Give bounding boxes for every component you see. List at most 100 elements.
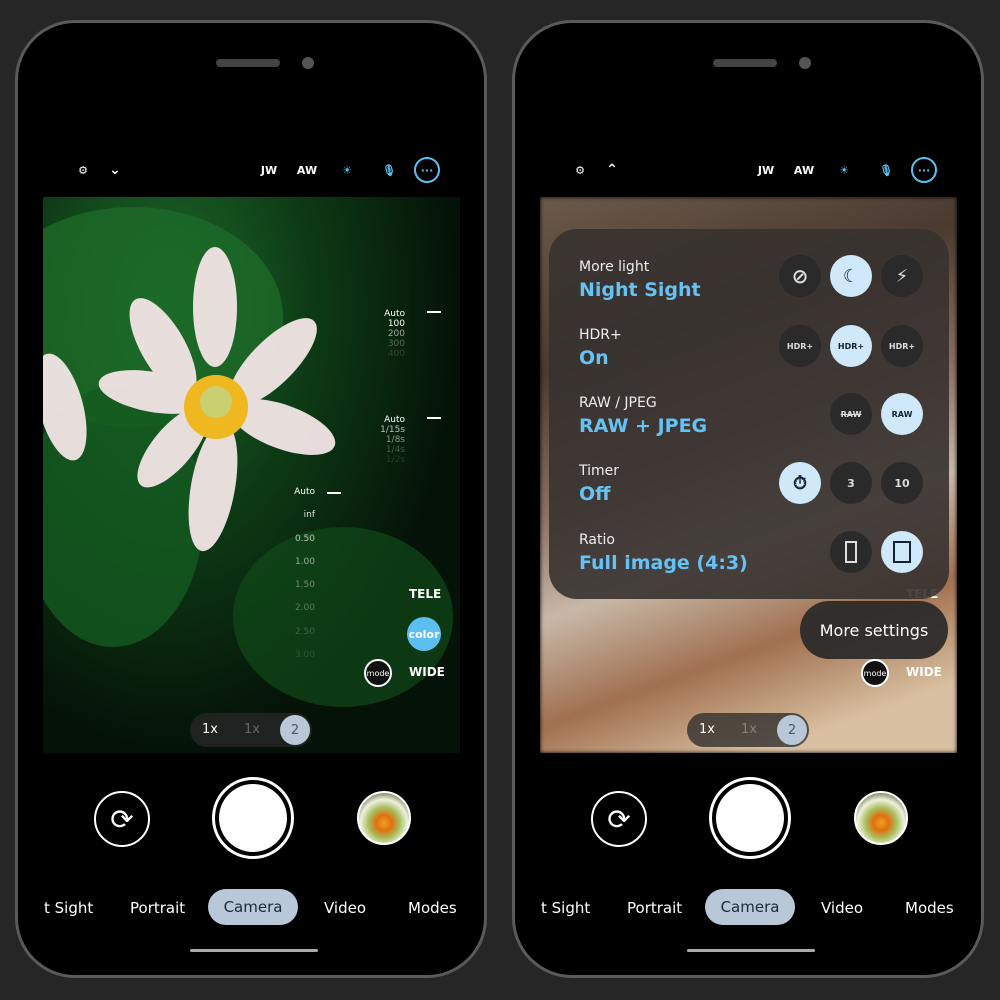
focus-250: 2.50 bbox=[294, 626, 315, 637]
raw-on-icon[interactable]: RAW bbox=[881, 393, 923, 435]
switch-camera-icon[interactable]: ⟳ bbox=[94, 791, 150, 847]
flower-image bbox=[43, 207, 453, 707]
mode-camera[interactable]: Camera bbox=[208, 889, 298, 925]
mode-portrait[interactable]: Portrait bbox=[130, 899, 185, 917]
zoom-2x[interactable]: 2 bbox=[280, 715, 310, 745]
aw-button[interactable]: AW bbox=[791, 157, 817, 183]
shutter-1-2: 1/2s bbox=[385, 455, 405, 465]
front-camera bbox=[799, 57, 811, 69]
setting-timer: Timer Off bbox=[579, 463, 619, 505]
iso-200: 200 bbox=[387, 329, 405, 339]
tele-button[interactable]: TELE bbox=[409, 587, 441, 601]
hdr-on-icon[interactable]: HDR+ bbox=[830, 325, 872, 367]
phone-left: ⚙ ⌄ JW AW ☀ 🎙 ··· Auto 100 200 300 400 Auto 1… bbox=[15, 20, 487, 978]
aw-button[interactable]: AW bbox=[294, 157, 320, 183]
focus-150: 1.50 bbox=[294, 580, 315, 591]
mode-modes[interactable]: Modes bbox=[408, 899, 457, 917]
setting-value: On bbox=[579, 347, 609, 369]
setting-value: Night Sight bbox=[579, 279, 701, 301]
top-bar: ⚙ ⌄ JW AW ☀ 🎙 ··· bbox=[18, 157, 484, 187]
ratio-full-icon[interactable] bbox=[830, 531, 872, 573]
setting-more-light: More light Night Sight bbox=[579, 259, 701, 301]
more-icon[interactable]: ··· bbox=[414, 157, 440, 183]
hdr-enhanced-icon[interactable]: HDR+ bbox=[881, 325, 923, 367]
zoom-selector: 1x 1x 2 bbox=[687, 713, 809, 747]
wide-button[interactable]: WIDE bbox=[409, 665, 445, 679]
sunset-icon[interactable]: ☀ bbox=[334, 157, 360, 183]
shutter-1-4: 1/4s bbox=[385, 445, 405, 455]
timer-10-icon[interactable]: 10 bbox=[881, 462, 923, 504]
more-settings-button[interactable]: More settings bbox=[800, 601, 948, 659]
timer-3-icon[interactable]: 3 bbox=[830, 462, 872, 504]
front-camera bbox=[302, 57, 314, 69]
setting-value: Full image (4:3) bbox=[579, 552, 748, 574]
jw-button[interactable]: JW bbox=[753, 157, 779, 183]
setting-ratio: Ratio Full image (4:3) bbox=[579, 532, 748, 574]
focus-100: 1.00 bbox=[294, 556, 315, 567]
home-indicator[interactable] bbox=[687, 949, 815, 952]
setting-label: Ratio bbox=[579, 532, 615, 548]
setting-raw-jpeg: RAW / JPEG RAW + JPEG bbox=[579, 395, 707, 437]
chevron-down-icon[interactable]: ⌄ bbox=[104, 157, 126, 183]
zoom-selector: 1x 1x 2 bbox=[190, 713, 312, 747]
focus-200: 2.00 bbox=[294, 603, 315, 614]
color-button[interactable]: color bbox=[407, 617, 441, 651]
raw-off-icon[interactable]: RAW bbox=[830, 393, 872, 435]
chevron-up-icon[interactable]: ⌃ bbox=[601, 157, 623, 183]
switch-camera-icon[interactable]: ⟳ bbox=[591, 791, 647, 847]
iso-100: 100 bbox=[387, 319, 405, 329]
timer-off-icon[interactable]: ⏱ bbox=[779, 462, 821, 504]
mode-video[interactable]: Video bbox=[324, 899, 366, 917]
focus-300: 3.00 bbox=[294, 650, 315, 661]
speaker bbox=[713, 59, 777, 67]
setting-hdr: HDR+ On bbox=[579, 327, 622, 369]
mode-camera[interactable]: Camera bbox=[705, 889, 795, 925]
wide-button[interactable]: WIDE bbox=[906, 665, 942, 679]
setting-value: Off bbox=[579, 483, 611, 505]
setting-label: More light bbox=[579, 259, 650, 275]
mode-bar: t Sight Portrait Camera Video Modes bbox=[515, 889, 981, 925]
camera-settings-icon[interactable]: ⚙ bbox=[70, 157, 96, 183]
sunset-icon[interactable]: ☀ bbox=[831, 157, 857, 183]
speaker bbox=[216, 59, 280, 67]
focus-050: 0.50 bbox=[294, 533, 315, 544]
mode-button[interactable]: mode bbox=[861, 659, 889, 687]
mic-icon[interactable]: 🎙 bbox=[873, 157, 899, 183]
camera-settings-icon[interactable]: ⚙ bbox=[567, 157, 593, 183]
setting-label: HDR+ bbox=[579, 327, 622, 343]
iso-auto: Auto bbox=[384, 309, 405, 319]
mic-icon[interactable]: 🎙 bbox=[376, 157, 402, 183]
viewfinder[interactable]: Auto 100 200 300 400 Auto 1/15s 1/8s 1/4s 1/2s A… bbox=[43, 197, 460, 753]
zoom-1x-alt[interactable]: 1x bbox=[244, 722, 260, 737]
zoom-2x[interactable]: 2 bbox=[777, 715, 807, 745]
mode-night-sight[interactable]: t Sight bbox=[44, 899, 93, 917]
gallery-thumbnail[interactable] bbox=[854, 791, 908, 845]
shutter-button[interactable] bbox=[709, 777, 791, 859]
night-sight-off-icon[interactable]: ⊘ bbox=[779, 255, 821, 297]
mode-video[interactable]: Video bbox=[821, 899, 863, 917]
shutter-1-8: 1/8s bbox=[385, 435, 405, 445]
zoom-1x-alt[interactable]: 1x bbox=[741, 722, 757, 737]
jw-button[interactable]: JW bbox=[256, 157, 282, 183]
mode-night-sight[interactable]: t Sight bbox=[541, 899, 590, 917]
flash-icon[interactable]: ⚡ bbox=[881, 255, 923, 297]
shutter-1-15: 1/15s bbox=[380, 425, 405, 435]
ratio-4-3-icon[interactable] bbox=[881, 531, 923, 573]
setting-label: RAW / JPEG bbox=[579, 395, 657, 411]
more-icon[interactable]: ··· bbox=[911, 157, 937, 183]
shutter-button[interactable] bbox=[212, 777, 294, 859]
top-bar: ⚙ ⌃ JW AW ☀ 🎙 ··· bbox=[515, 157, 981, 187]
gallery-thumbnail[interactable] bbox=[357, 791, 411, 845]
zoom-1x[interactable]: 1x bbox=[699, 722, 715, 737]
home-indicator[interactable] bbox=[190, 949, 318, 952]
mode-modes[interactable]: Modes bbox=[905, 899, 954, 917]
mode-button[interactable]: mode bbox=[364, 659, 392, 687]
focus-indicator bbox=[327, 492, 341, 494]
hdr-off-icon[interactable]: HDR+ bbox=[779, 325, 821, 367]
mode-portrait[interactable]: Portrait bbox=[627, 899, 682, 917]
shutter-indicator bbox=[427, 417, 441, 419]
night-sight-auto-icon[interactable]: ☾ bbox=[830, 255, 872, 297]
setting-label: Timer bbox=[579, 463, 620, 479]
phone-right: ⚙ ⌃ JW AW ☀ 🎙 ··· TELE WIDE mode 1x 1x 2… bbox=[512, 20, 984, 978]
zoom-1x[interactable]: 1x bbox=[202, 722, 218, 737]
